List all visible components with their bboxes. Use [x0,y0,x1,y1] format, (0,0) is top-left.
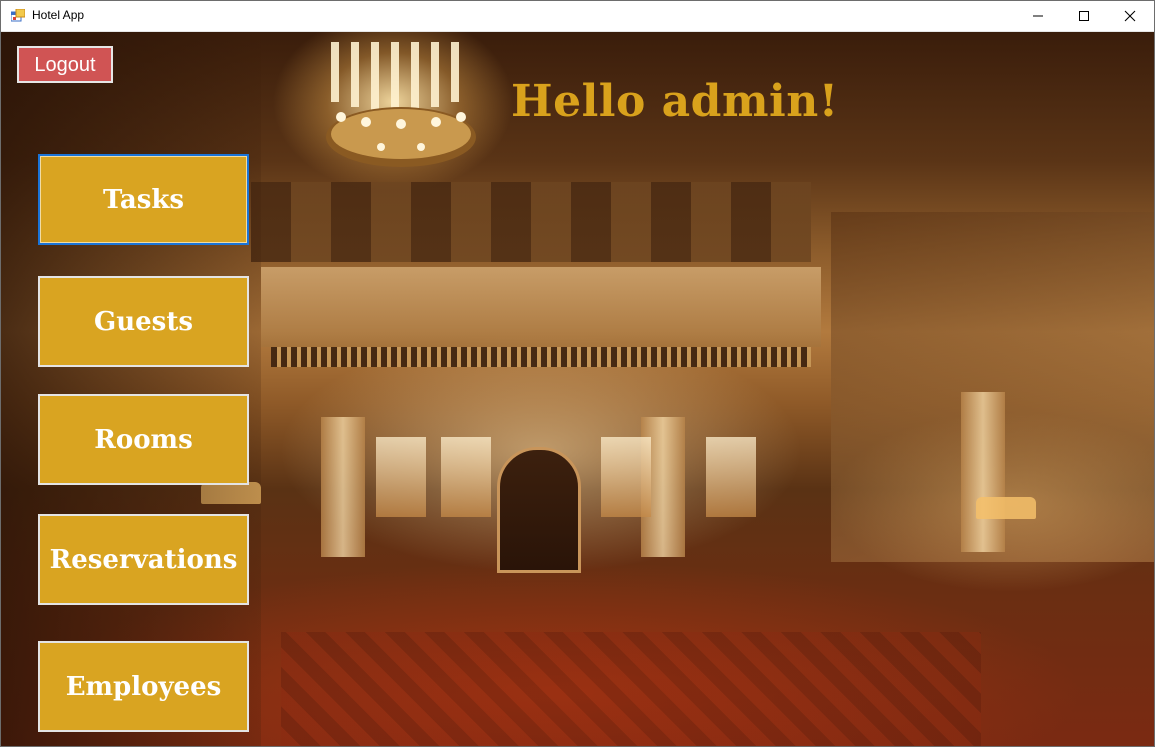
guests-button[interactable]: Guests [38,276,249,367]
background-door [497,447,581,573]
background-left-shade [1,32,261,746]
background-window [706,437,756,517]
background-carpet [281,632,981,746]
app-window: Hotel App Logout Hello admin! Tasks Gues… [0,0,1155,747]
background-railing [271,347,811,367]
minimize-button[interactable] [1015,1,1061,31]
background-window [441,437,491,517]
title-bar[interactable]: Hotel App [1,1,1154,32]
greeting-heading: Hello admin! [511,76,839,127]
window-title: Hotel App [32,8,85,22]
rooms-button[interactable]: Rooms [38,394,249,485]
employees-button[interactable]: Employees [38,641,249,732]
maximize-button[interactable] [1061,1,1107,31]
app-icon [11,9,25,22]
reservations-button[interactable]: Reservations [38,514,249,605]
chandelier-image [326,42,476,167]
close-button[interactable] [1107,1,1153,31]
client-area: Logout Hello admin! Tasks Guests Rooms R… [1,32,1154,746]
background-window [601,437,651,517]
background-balcony [261,267,821,347]
background-pillar [321,417,365,557]
background-window [376,437,426,517]
tasks-button[interactable]: Tasks [38,154,249,245]
maximize-icon [1079,11,1089,21]
minimize-icon [1033,15,1043,17]
background-pillar [961,392,1005,552]
logout-button[interactable]: Logout [17,46,113,83]
background-ceiling [251,182,811,262]
close-icon [1124,10,1136,22]
background-lamp [976,497,1036,519]
